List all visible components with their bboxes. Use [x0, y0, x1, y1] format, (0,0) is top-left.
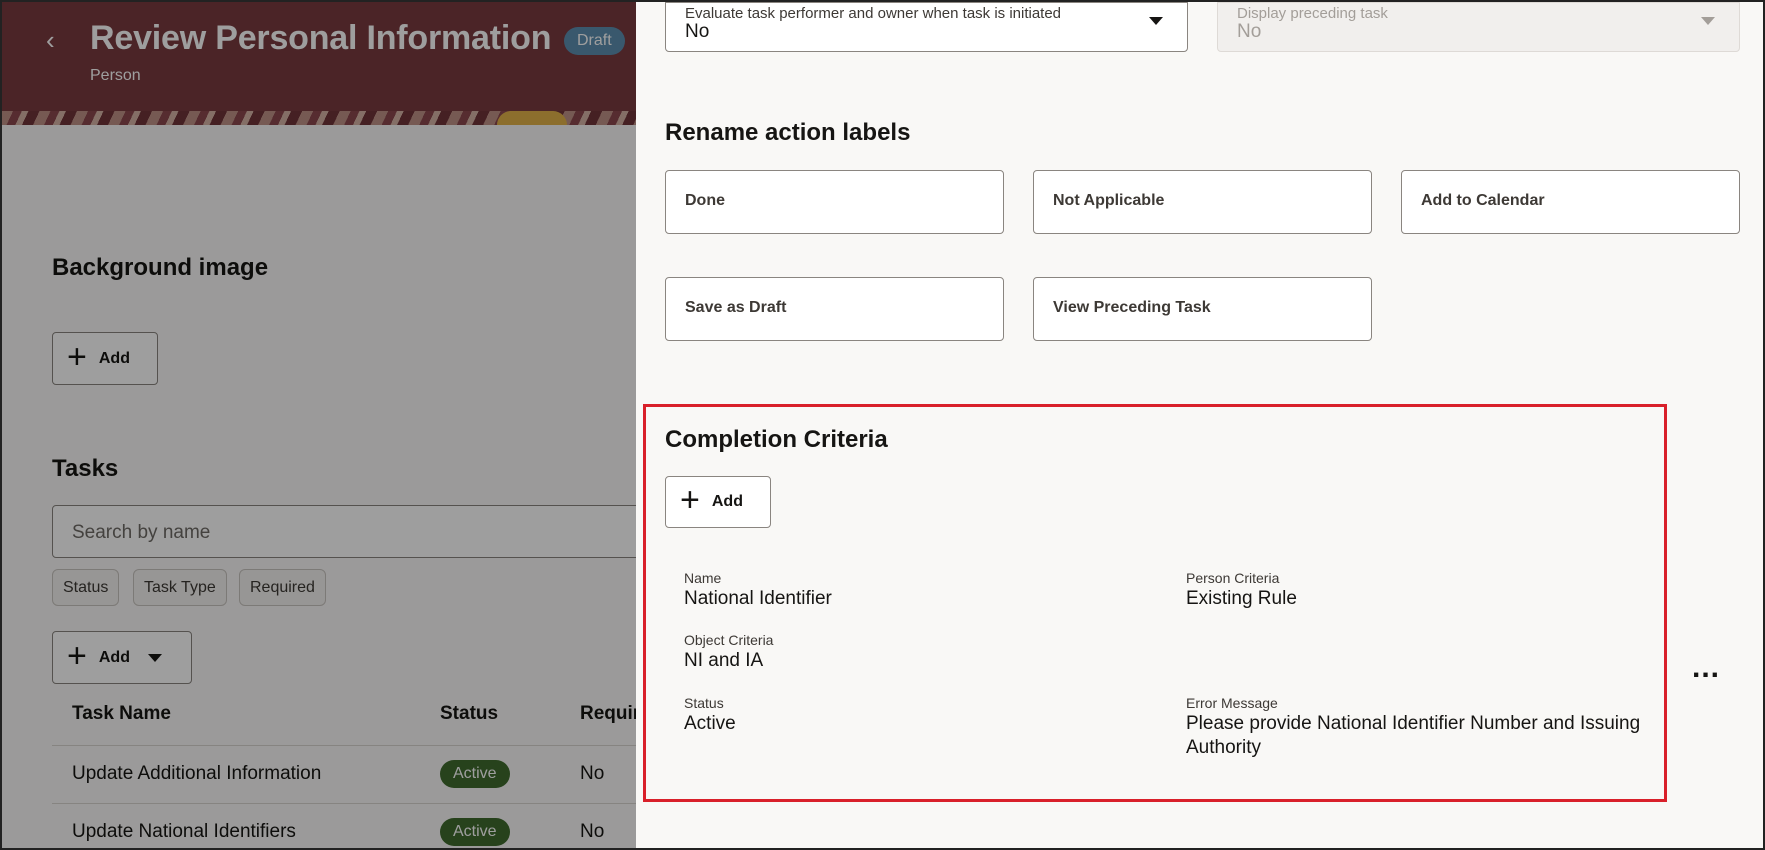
- object-criteria-label: Object Criteria: [684, 632, 774, 648]
- add-label: Add: [711, 493, 743, 510]
- display-preceding-task-select: Display preceding task No: [1217, 2, 1740, 52]
- completion-criteria-heading: Completion Criteria: [665, 426, 888, 453]
- completion-criteria-add-button[interactable]: + Add: [665, 476, 771, 528]
- field-value: No: [1237, 21, 1262, 42]
- rename-action-labels-heading: Rename action labels: [665, 119, 911, 146]
- plus-icon: +: [680, 481, 700, 519]
- field-label: Display preceding task: [1237, 5, 1388, 22]
- view-preceding-task-label-input[interactable]: View Preceding Task: [1033, 277, 1372, 341]
- name-label: Name: [684, 570, 722, 586]
- chevron-down-icon: [1701, 17, 1715, 25]
- person-criteria-label: Person Criteria: [1186, 570, 1280, 586]
- add-to-calendar-label-input[interactable]: Add to Calendar: [1401, 170, 1740, 234]
- status-label: Status: [684, 695, 724, 711]
- evaluate-performer-select[interactable]: Evaluate task performer and owner when t…: [665, 2, 1188, 52]
- main-page: ‹ Review Personal Information Draft Pers…: [0, 0, 636, 850]
- person-criteria-value: Existing Rule: [1186, 588, 1297, 609]
- more-actions-icon[interactable]: ...: [1692, 653, 1720, 683]
- field-label: Evaluate task performer and owner when t…: [685, 5, 1062, 22]
- task-settings-drawer: Evaluate task performer and owner when t…: [636, 0, 1765, 850]
- save-as-draft-label-input[interactable]: Save as Draft: [665, 277, 1004, 341]
- field-value: No: [685, 21, 710, 42]
- error-message-label: Error Message: [1186, 695, 1278, 711]
- done-label-input[interactable]: Done: [665, 170, 1004, 234]
- status-value: Active: [684, 713, 736, 734]
- not-applicable-label-input[interactable]: Not Applicable: [1033, 170, 1372, 234]
- error-message-value: Please provide National Identifier Numbe…: [1186, 713, 1641, 758]
- object-criteria-value: NI and IA: [684, 650, 764, 671]
- chevron-down-icon: [1149, 17, 1163, 25]
- modal-overlay[interactable]: [2, 2, 636, 848]
- name-value: National Identifier: [684, 588, 832, 609]
